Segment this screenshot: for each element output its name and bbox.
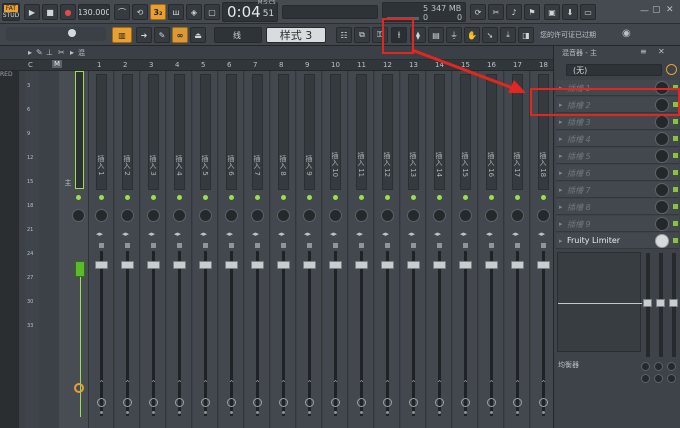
annotation-arrow — [411, 48, 526, 93]
